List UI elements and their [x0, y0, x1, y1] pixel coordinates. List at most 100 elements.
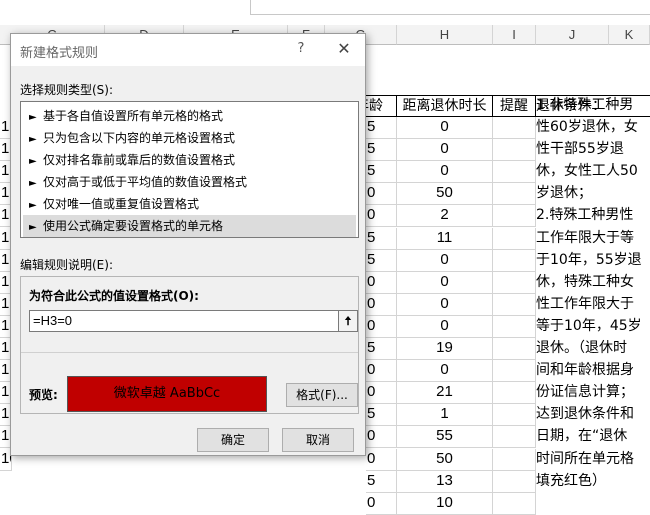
retirement-notes[interactable]: 1.非特殊工种男 性60岁退休，女 性干部55岁退 休，女性工人50 岁退休； …: [536, 94, 650, 492]
col-header-i[interactable]: I: [493, 25, 536, 45]
note-line: 性工作年限大于: [536, 295, 634, 312]
cell-time-to-retire[interactable]: 21: [397, 382, 493, 404]
edit-rule-panel: 为符合此公式的值设置格式(O): =H3=0 🠅 预览: 微软卓越 AaBbCc…: [20, 276, 359, 414]
rule-type-list[interactable]: ► 基于各自值设置所有单元格的格式 ► 只为包含以下内容的单元格设置格式 ► 仅对排名…: [20, 101, 359, 238]
cell-time-to-retire[interactable]: 13: [397, 471, 493, 493]
cell-reminder[interactable]: [493, 272, 536, 294]
col-header-h[interactable]: H: [397, 25, 493, 45]
rule-type-item[interactable]: ► 基于各自值设置所有单元格的格式: [23, 105, 356, 127]
header-time-to-retire[interactable]: 距离退休时长: [397, 95, 493, 117]
cell-time-to-retire[interactable]: 0: [397, 272, 493, 294]
cell-time-to-retire[interactable]: 10: [397, 493, 493, 515]
rule-type-label: 基于各自值设置所有单元格的格式: [43, 109, 224, 123]
cell-time-to-retire[interactable]: 1: [397, 404, 493, 426]
help-icon[interactable]: ?: [293, 41, 309, 59]
col-header-j[interactable]: J: [536, 25, 609, 45]
note-line: 休，特殊工种女: [536, 273, 634, 290]
cell-col-g[interactable]: 0: [366, 382, 397, 404]
cell-time-to-retire[interactable]: 0: [397, 294, 493, 316]
cell-time-to-retire[interactable]: 50: [397, 183, 493, 205]
cell-time-to-retire[interactable]: 55: [397, 426, 493, 448]
cell-reminder[interactable]: [493, 471, 536, 493]
formula-label: 为符合此公式的值设置格式(O):: [29, 289, 199, 303]
note-line: 工作年限大于等: [536, 229, 634, 246]
cell-reminder[interactable]: [493, 382, 536, 404]
cell-time-to-retire[interactable]: 19: [397, 338, 493, 360]
cell-col-g[interactable]: 0: [366, 272, 397, 294]
cell-reminder[interactable]: [493, 426, 536, 448]
formula-input[interactable]: =H3=0: [29, 310, 343, 332]
cell-time-to-retire[interactable]: 0: [397, 161, 493, 183]
cell-reminder[interactable]: [493, 205, 536, 227]
cell-reminder[interactable]: [493, 360, 536, 382]
divider: [21, 352, 358, 353]
cell-col-g[interactable]: 5: [366, 338, 397, 360]
note-line: 日期，在“退休: [536, 428, 628, 445]
cell-col-g[interactable]: 0: [366, 449, 397, 471]
cell-reminder[interactable]: [493, 161, 536, 183]
cell-col-g[interactable]: 0: [366, 493, 397, 515]
edit-rule-label: 编辑规则说明(E):: [20, 258, 113, 272]
cell-col-g[interactable]: 5: [366, 139, 397, 161]
arrow-right-icon: ►: [29, 134, 37, 145]
cell-time-to-retire[interactable]: 0: [397, 250, 493, 272]
rule-type-item[interactable]: ► 仅对排名靠前或靠后的数值设置格式: [23, 149, 356, 171]
note-line: 等于10年，45岁: [536, 317, 642, 334]
collapse-dialog-icon[interactable]: 🠅: [338, 310, 358, 332]
cell-col-g[interactable]: 0: [366, 205, 397, 227]
cell-col-g[interactable]: 0: [366, 294, 397, 316]
cell-reminder[interactable]: [493, 449, 536, 471]
arrow-right-icon: ►: [29, 112, 37, 123]
note-line: 性干部55岁退: [536, 141, 624, 158]
rule-type-item[interactable]: ► 仅对唯一值或重复值设置格式: [23, 193, 356, 215]
cell-reminder[interactable]: [493, 250, 536, 272]
cell-col-g[interactable]: 0: [366, 316, 397, 338]
cell-time-to-retire[interactable]: 0: [397, 139, 493, 161]
rule-type-item[interactable]: ► 仅对高于或低于平均值的数值设置格式: [23, 171, 356, 193]
cell-time-to-retire[interactable]: 2: [397, 205, 493, 227]
rule-type-item[interactable]: ► 只为包含以下内容的单元格设置格式: [23, 127, 356, 149]
formula-bar[interactable]: [250, 0, 650, 15]
cell-reminder[interactable]: [493, 316, 536, 338]
ok-button[interactable]: 确定: [197, 428, 269, 452]
dialog-titlebar[interactable]: 新建格式规则 ? ✕: [11, 34, 365, 66]
cell-col-g[interactable]: 5: [366, 117, 397, 139]
cell-col-g[interactable]: 5: [366, 404, 397, 426]
cell-time-to-retire[interactable]: 50: [397, 449, 493, 471]
note-line: 时间所在单元格: [536, 450, 634, 467]
cell-time-to-retire[interactable]: 11: [397, 228, 493, 250]
cancel-button[interactable]: 取消: [282, 428, 354, 452]
cell-time-to-retire[interactable]: 0: [397, 117, 493, 139]
cell-col-g[interactable]: 0: [366, 183, 397, 205]
note-line: 份证信息计算；: [536, 384, 634, 401]
cell-reminder[interactable]: [493, 294, 536, 316]
cell-reminder[interactable]: [493, 404, 536, 426]
cell-reminder[interactable]: [493, 183, 536, 205]
cell-reminder[interactable]: [493, 117, 536, 139]
header-reminder[interactable]: 提醒: [493, 95, 536, 117]
col-header-k[interactable]: K: [609, 25, 650, 45]
cell-time-to-retire[interactable]: 0: [397, 316, 493, 338]
cell-reminder[interactable]: [493, 338, 536, 360]
rule-type-item-selected[interactable]: ► 使用公式确定要设置格式的单元格: [23, 215, 356, 237]
rule-type-label: 仅对唯一值或重复值设置格式: [43, 197, 200, 211]
cell-reminder[interactable]: [493, 228, 536, 250]
rule-type-label: 仅对排名靠前或靠后的数值设置格式: [43, 153, 236, 167]
cell-reminder[interactable]: [493, 493, 536, 515]
cell-col-g[interactable]: 5: [366, 161, 397, 183]
cell-reminder[interactable]: [493, 139, 536, 161]
cell-col-g[interactable]: 0: [366, 360, 397, 382]
note-line: 性60岁退休，女: [536, 119, 638, 136]
cell-col-g[interactable]: 5: [366, 228, 397, 250]
close-icon[interactable]: ✕: [334, 39, 354, 59]
arrow-right-icon: ►: [29, 222, 37, 233]
note-line: 退休。（退休时: [536, 340, 627, 357]
cell-time-to-retire[interactable]: 0: [397, 360, 493, 382]
note-line: 岁退休；: [536, 185, 592, 202]
note-line: 休，女性工人50: [536, 163, 638, 180]
cell-col-g[interactable]: 5: [366, 471, 397, 493]
cell-col-g[interactable]: 0: [366, 426, 397, 448]
format-button[interactable]: 格式(F)...: [286, 383, 358, 407]
arrow-right-icon: ►: [29, 156, 37, 167]
cell-col-g[interactable]: 5: [366, 250, 397, 272]
